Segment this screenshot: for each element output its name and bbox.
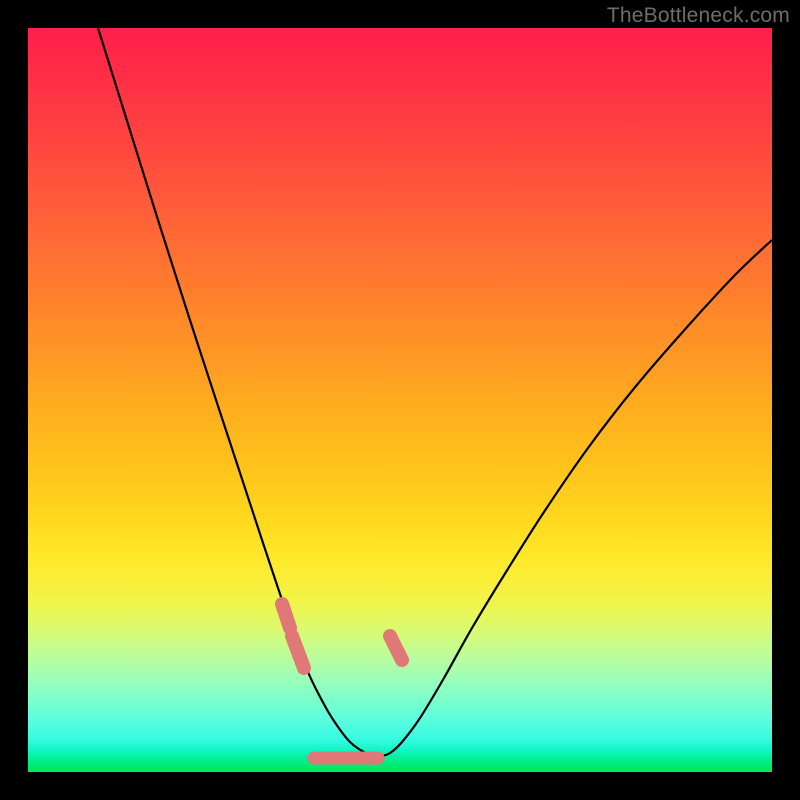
watermark-text: TheBottleneck.com — [607, 4, 790, 28]
chart-area — [28, 28, 772, 772]
outer-frame: TheBottleneck.com — [0, 0, 800, 800]
series-left-bead-upper — [282, 604, 290, 628]
series-left-bead-lower — [292, 636, 304, 668]
chart-svg — [28, 28, 772, 772]
series-right-bead — [390, 636, 402, 660]
series-main-curve — [98, 28, 772, 756]
